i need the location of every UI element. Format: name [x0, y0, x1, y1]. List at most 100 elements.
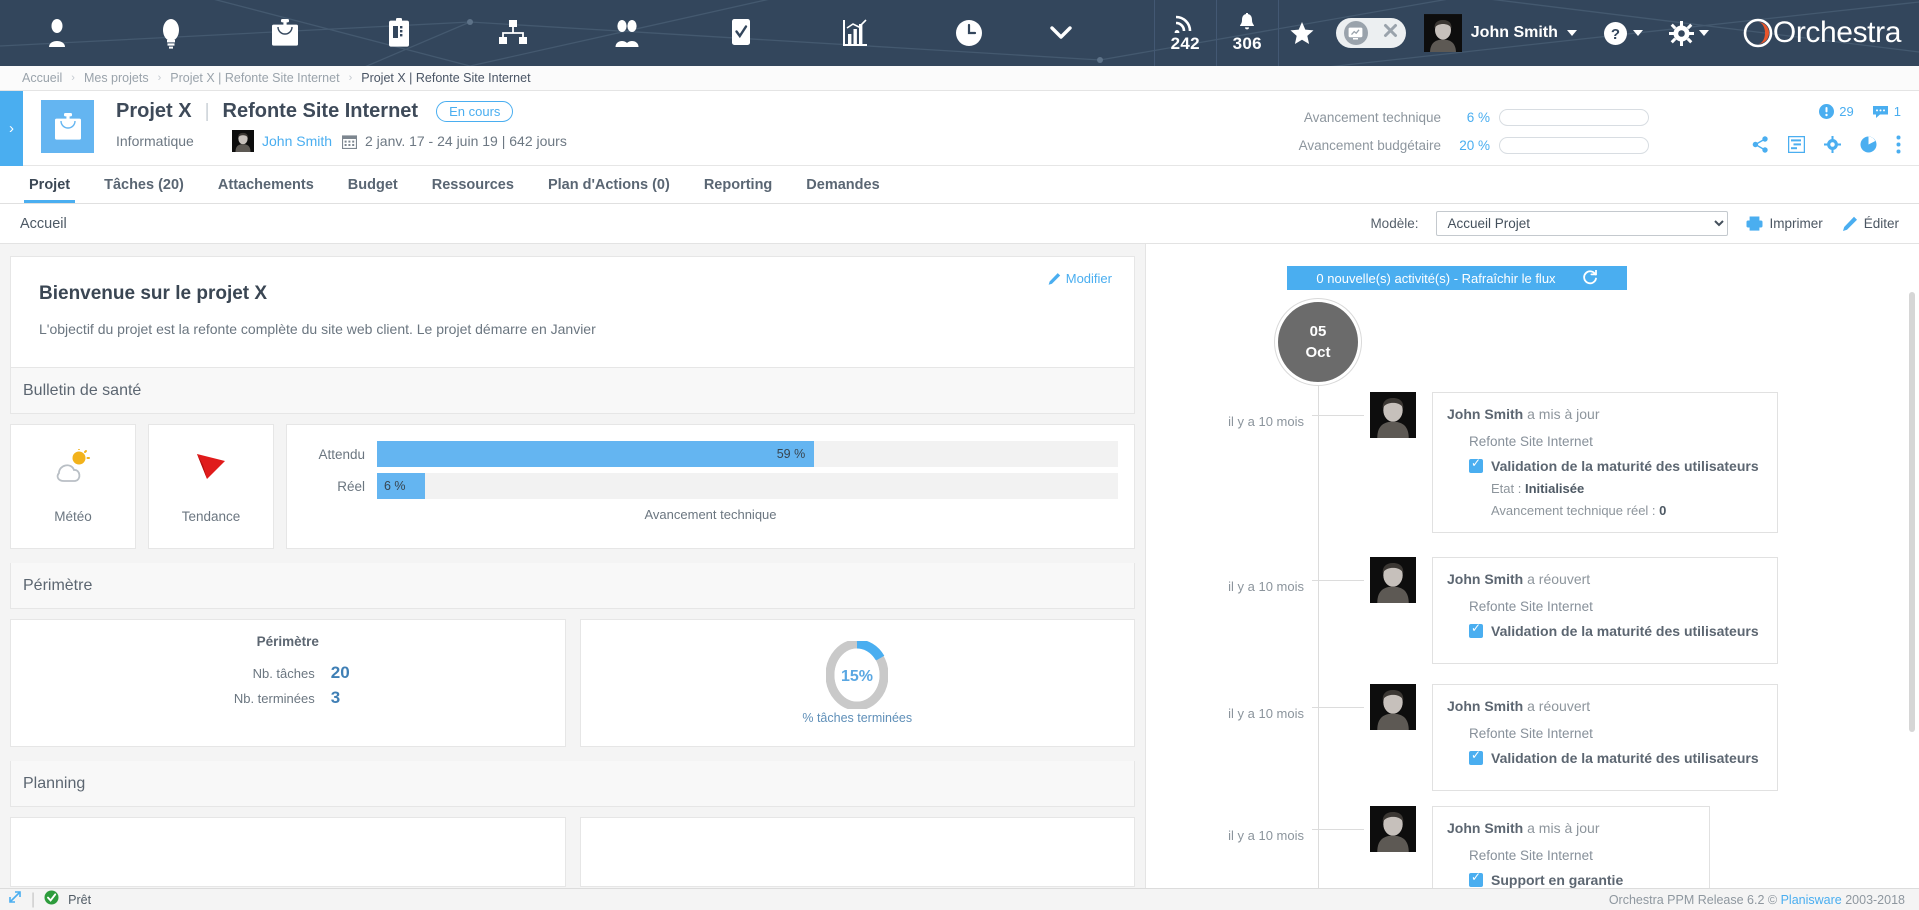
tab-projet[interactable]: Projet [12, 166, 87, 203]
refresh-feed-button[interactable]: 0 nouvelle(s) activité(s) - Rafraîchir l… [1287, 266, 1627, 290]
feed-item-actor-line: John Smith a réouvert [1447, 571, 1590, 587]
feed-item-time: il y a 10 mois [1228, 414, 1304, 429]
settings-menu[interactable] [1668, 20, 1709, 46]
person-icon[interactable] [0, 0, 114, 66]
calendar-icon [342, 134, 357, 149]
tab-demandes[interactable]: Demandes [789, 166, 896, 203]
modify-button[interactable]: Modifier [1047, 271, 1112, 286]
chevron-down-icon[interactable] [1632, 30, 1643, 36]
tendance-card[interactable]: Tendance [148, 424, 274, 549]
planning-card-right [579, 817, 1135, 887]
expand-icon[interactable] [8, 890, 22, 909]
feed-item-card: John Smith a réouvert Refonte Site Inter… [1432, 684, 1778, 791]
feed-item-task-row: Validation de la maturité des utilisateu… [1469, 748, 1759, 766]
main-module-icons [0, 0, 1096, 66]
feed-item-task[interactable]: Validation de la maturité des utilisateu… [1491, 458, 1759, 474]
breadcrumb-separator: › [71, 72, 75, 84]
meteo-label: Météo [54, 509, 92, 524]
gear-icon[interactable] [1824, 136, 1841, 158]
list-item: Nb. terminées 3 [11, 688, 565, 708]
breadcrumb-item-1[interactable]: Mes projets [84, 71, 149, 85]
feed-item-detail-1: Avancement technique réel : 0 [1491, 503, 1759, 518]
main-content: Modifier Bienvenue sur le projet X L'obj… [0, 244, 1919, 888]
feed-item-action: a mis à jour [1527, 820, 1600, 836]
chevron-down-icon[interactable] [1698, 30, 1709, 36]
close-icon[interactable] [1383, 23, 1398, 43]
feed-detail-value: Initialisée [1524, 481, 1585, 496]
issues-counter[interactable]: 29 [1819, 104, 1854, 119]
project-identity: Projet X | Refonte Site Internet En cour… [116, 100, 567, 152]
help-menu[interactable]: ? [1603, 21, 1643, 46]
briefcase-icon[interactable] [228, 0, 342, 66]
user-menu[interactable]: John Smith [1423, 14, 1577, 52]
tab-taches[interactable]: Tâches (20) [87, 166, 201, 203]
feed-count: 242 [1170, 33, 1200, 53]
modele-select[interactable]: Accueil Projet [1436, 211, 1729, 236]
brand-logo[interactable]: Orchestra [1743, 16, 1901, 50]
ready-check-icon [44, 890, 59, 910]
comments-counter[interactable]: 1 [1872, 104, 1901, 119]
checkbox-icon[interactable] [684, 0, 798, 66]
feed-item-task[interactable]: Support en garantie [1491, 872, 1623, 888]
screen-share-toggle[interactable] [1335, 18, 1406, 48]
copyright-prefix: Orchestra PPM Release 6.2 © [1608, 892, 1781, 907]
perimetre-stats-card: Périmètre Nb. tâches 20 Nb. terminées 3 [10, 619, 566, 747]
breadcrumb-item-2[interactable]: Projet X | Refonte Site Internet [170, 71, 339, 85]
bar-value-reel: 6 % [384, 479, 406, 493]
feed-item-action: a mis à jour [1527, 406, 1600, 422]
share-icon[interactable] [1752, 136, 1769, 158]
feed-item-actor: John Smith [1447, 571, 1524, 587]
chevron-down-icon[interactable] [1026, 0, 1096, 66]
sidebar-expand-toggle[interactable]: › [0, 91, 23, 166]
tab-budget[interactable]: Budget [331, 166, 415, 203]
bar-chart-icon[interactable] [798, 0, 912, 66]
tab-reporting[interactable]: Reporting [687, 166, 789, 203]
feed-date-month: Oct [1305, 344, 1331, 361]
status-badge: En cours [436, 101, 514, 122]
tab-plan-actions[interactable]: Plan d'Actions (0) [531, 166, 687, 203]
tab-ressources[interactable]: Ressources [415, 166, 531, 203]
meteo-card[interactable]: Météo [10, 424, 136, 549]
avatar [232, 130, 254, 152]
avatar [1370, 392, 1416, 438]
planning-card-left [10, 817, 566, 887]
avatar [1423, 14, 1462, 52]
notifications-button[interactable]: 306 [1215, 0, 1278, 66]
planisware-link[interactable]: Planisware [1781, 893, 1842, 907]
feed-item-task[interactable]: Validation de la maturité des utilisateu… [1491, 750, 1759, 766]
checkbox-icon [1469, 870, 1483, 887]
progress-bar-budgetaire [1499, 136, 1649, 154]
feed-date-day: 05 [1309, 323, 1327, 340]
project-progress-area: Avancement technique 6 % Avancement budg… [1219, 103, 1649, 159]
title-divider: | [204, 100, 210, 122]
more-vertical-icon[interactable] [1896, 135, 1901, 159]
print-label: Imprimer [1769, 216, 1823, 231]
progress-value-budgetaire: 20 % [1459, 137, 1490, 153]
chart-caption: Avancement technique [644, 507, 777, 522]
edit-button[interactable]: Éditer [1841, 216, 1899, 232]
donut-caption: % tâches terminées [802, 711, 913, 725]
tab-attachements[interactable]: Attachements [201, 166, 331, 203]
gantt-icon[interactable] [1787, 135, 1806, 158]
clock-icon[interactable] [912, 0, 1026, 66]
activity-feed-button[interactable]: 242 [1153, 0, 1216, 66]
project-owner[interactable]: John Smith [232, 130, 342, 152]
lightbulb-icon[interactable] [114, 0, 228, 66]
pie-chart-icon[interactable] [1860, 136, 1877, 158]
chevron-down-icon[interactable] [1566, 30, 1577, 36]
modify-label: Modifier [1065, 271, 1112, 286]
header-action-icons [1752, 135, 1901, 159]
breadcrumb-item-0[interactable]: Accueil [22, 71, 62, 85]
clipboard-icon[interactable] [342, 0, 456, 66]
print-button[interactable]: Imprimer [1746, 216, 1823, 231]
tendance-label: Tendance [181, 509, 241, 524]
feed-item-task[interactable]: Validation de la maturité des utilisateu… [1491, 623, 1759, 639]
favorites-button[interactable] [1277, 0, 1326, 66]
project-category: Informatique [116, 133, 194, 149]
org-chart-icon[interactable] [456, 0, 570, 66]
project-owner-link[interactable]: John Smith [262, 133, 332, 149]
users-icon[interactable] [570, 0, 684, 66]
section-header-perimetre: Périmètre [10, 563, 1135, 609]
welcome-card: Modifier Bienvenue sur le projet X L'obj… [10, 256, 1135, 368]
feed-connector [1312, 580, 1364, 581]
